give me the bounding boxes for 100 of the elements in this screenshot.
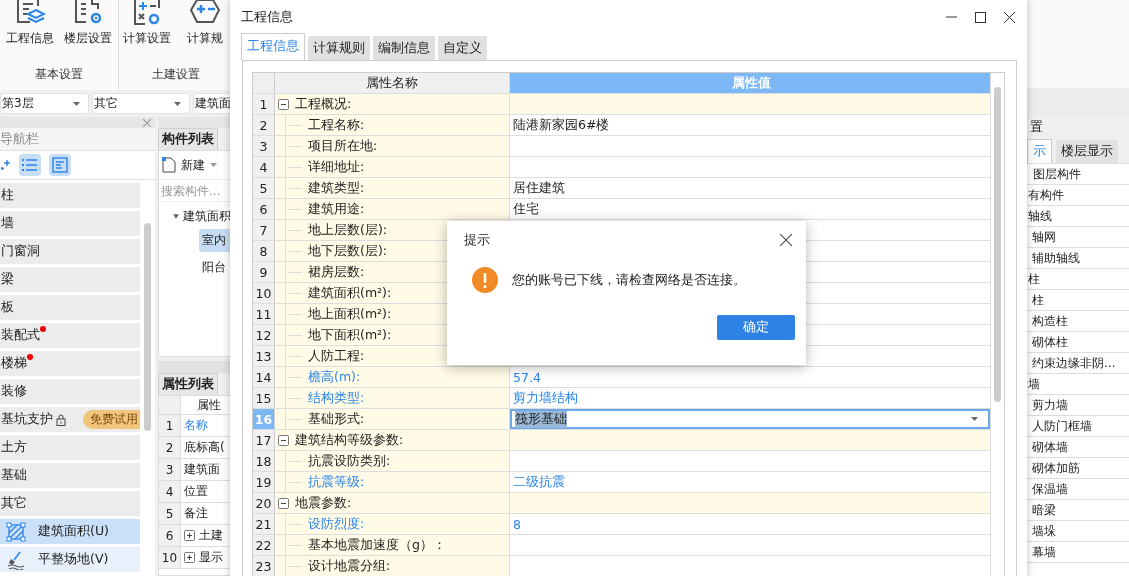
nav-item[interactable]: 楼梯 (0, 351, 140, 376)
column-header: 属性值 (510, 73, 990, 93)
row-number: 3 (253, 136, 275, 156)
tree-item[interactable]: 砌体柱 (1027, 333, 1068, 351)
close-icon[interactable] (780, 234, 792, 246)
row-number: 6 (253, 199, 275, 219)
tree-item[interactable]: 砌体墙 (1027, 438, 1068, 456)
expand-icon[interactable] (184, 530, 195, 541)
collapse-icon[interactable] (278, 434, 289, 446)
tree-item[interactable]: 室内 (199, 229, 231, 252)
row-number: 10 (253, 283, 275, 303)
nav-item-label: 门窗洞 (0, 243, 40, 260)
nav-item[interactable]: 基坑支护 免费试用 (0, 407, 140, 432)
panel-tab[interactable]: 楼层显示 (1056, 140, 1118, 163)
row-number: 16 (253, 409, 275, 429)
tree-item[interactable]: 人防门框墙 (1027, 417, 1092, 435)
dropdown[interactable]: 建筑面 (193, 93, 232, 114)
tree-item[interactable]: 轴网 (1027, 228, 1056, 246)
tree-item[interactable]: 阳台 (199, 256, 231, 279)
row-number: 1 (159, 415, 181, 436)
tree-node[interactable]: 建筑面积 (159, 208, 231, 225)
tree-item[interactable]: 砌体加筋 (1027, 459, 1080, 477)
panel-title: 导航栏 (0, 130, 39, 148)
panel-tab[interactable]: 构件列表 (158, 128, 218, 150)
tree-item[interactable]: 暗梁 (1027, 501, 1056, 519)
maximize-icon[interactable] (975, 11, 986, 23)
panel-tab[interactable]: 示 (1027, 139, 1052, 163)
tree-item[interactable]: 约束边缘非阴... (1027, 354, 1116, 372)
tree-item[interactable]: 保温墙 (1027, 480, 1068, 498)
ribbon-button[interactable]: 楼层设置 (61, 0, 115, 66)
dropdown[interactable]: 第3层 (0, 93, 90, 114)
nav-item[interactable]: 其它 (0, 491, 140, 516)
ribbon-button[interactable]: 计算规 (177, 0, 232, 66)
new-document-icon (162, 157, 176, 173)
tree-item[interactable]: 幕墙 (1027, 543, 1056, 561)
scrollbar-thumb[interactable] (994, 87, 1001, 402)
tab[interactable]: 编制信息 (373, 36, 435, 60)
tree-node[interactable]: 柱 (1027, 270, 1040, 288)
nav-item[interactable]: 装配式 (0, 323, 140, 348)
sparkle-icon[interactable] (1, 159, 11, 171)
row-number: 18 (253, 451, 275, 471)
property-name: 地上层数(层): (308, 221, 387, 239)
tab[interactable]: 计算规则 (308, 36, 370, 60)
row-number: 2 (159, 437, 181, 458)
nav-subitem[interactable]: 建筑面积(U) (0, 519, 140, 544)
close-icon[interactable] (1004, 11, 1015, 23)
panel-tab[interactable]: 属性列表 (158, 373, 218, 395)
nav-subitem[interactable]: 平整场地(V) (0, 547, 140, 572)
nav-item-label: 柱 (0, 187, 14, 204)
document-layers-icon (14, 0, 46, 26)
group-name: 地震参数: (295, 494, 352, 512)
tab[interactable]: 工程信息 (241, 33, 305, 60)
nav-item-label: 板 (0, 299, 14, 316)
tab[interactable]: 自定义 (438, 36, 487, 60)
nav-item[interactable]: 柱 (0, 183, 140, 208)
ribbon-group-label: 土建设置 (151, 66, 200, 83)
property-name: 抗震设防类别: (308, 452, 391, 470)
tree-item[interactable]: 墙垛 (1027, 522, 1056, 540)
collapse-icon[interactable] (278, 497, 289, 509)
property-name: 基础形式: (308, 410, 365, 428)
nav-item[interactable]: 门窗洞 (0, 239, 140, 264)
group-name: 建筑结构等级参数: (295, 431, 404, 449)
nav-item[interactable]: 板 (0, 295, 140, 320)
tree-node[interactable]: 墙 (1027, 375, 1040, 393)
nav-item[interactable]: 基础 (0, 463, 140, 488)
nav-item-label: 基坑支护 (0, 411, 53, 428)
detail-view-icon[interactable] (49, 154, 71, 176)
row-number: 12 (253, 325, 275, 345)
property-name: 建筑类型: (308, 179, 365, 197)
new-button[interactable]: 新建 (159, 156, 217, 174)
tree-node[interactable]: 轴线 (1027, 207, 1052, 225)
property-name: 项目所在地: (308, 137, 378, 155)
nav-item[interactable]: 梁 (0, 267, 140, 292)
ribbon-button[interactable]: 工程信息 (3, 0, 57, 66)
dropdown[interactable]: 其它 (92, 93, 190, 114)
tree-item[interactable]: 构造柱 (1027, 312, 1068, 330)
tree-node[interactable]: 有构件 (1027, 186, 1064, 204)
row-number: 11 (253, 304, 275, 324)
property-name: 显示 (199, 549, 223, 566)
property-name: 地下层数(层): (308, 242, 387, 260)
nav-item-label: 楼梯 (0, 355, 27, 372)
nav-item[interactable]: 装修 (0, 379, 140, 404)
expand-icon[interactable] (184, 552, 195, 563)
ok-button[interactable]: 确定 (717, 315, 795, 340)
tree-item[interactable]: 辅助轴线 (1027, 249, 1080, 267)
trial-badge[interactable]: 免费试用 (83, 410, 140, 429)
ribbon-button[interactable]: 计算设置 (119, 0, 174, 66)
property-name: 底标高( (184, 439, 225, 456)
scrollbar-thumb[interactable] (144, 223, 151, 431)
collapse-icon[interactable] (278, 98, 289, 110)
property-value: 居住建筑 (513, 179, 565, 197)
dialog-title: 提示 (464, 231, 490, 249)
tree-item[interactable]: 剪力墙 (1027, 396, 1068, 414)
nav-item[interactable]: 墙 (0, 211, 140, 236)
list-view-icon[interactable] (19, 154, 41, 176)
nav-item[interactable]: 土方 (0, 435, 140, 460)
row-number: 13 (253, 346, 275, 366)
row-number: 23 (253, 556, 275, 576)
property-name: 工程名称: (308, 116, 365, 134)
tree-item[interactable]: 柱 (1027, 291, 1044, 309)
